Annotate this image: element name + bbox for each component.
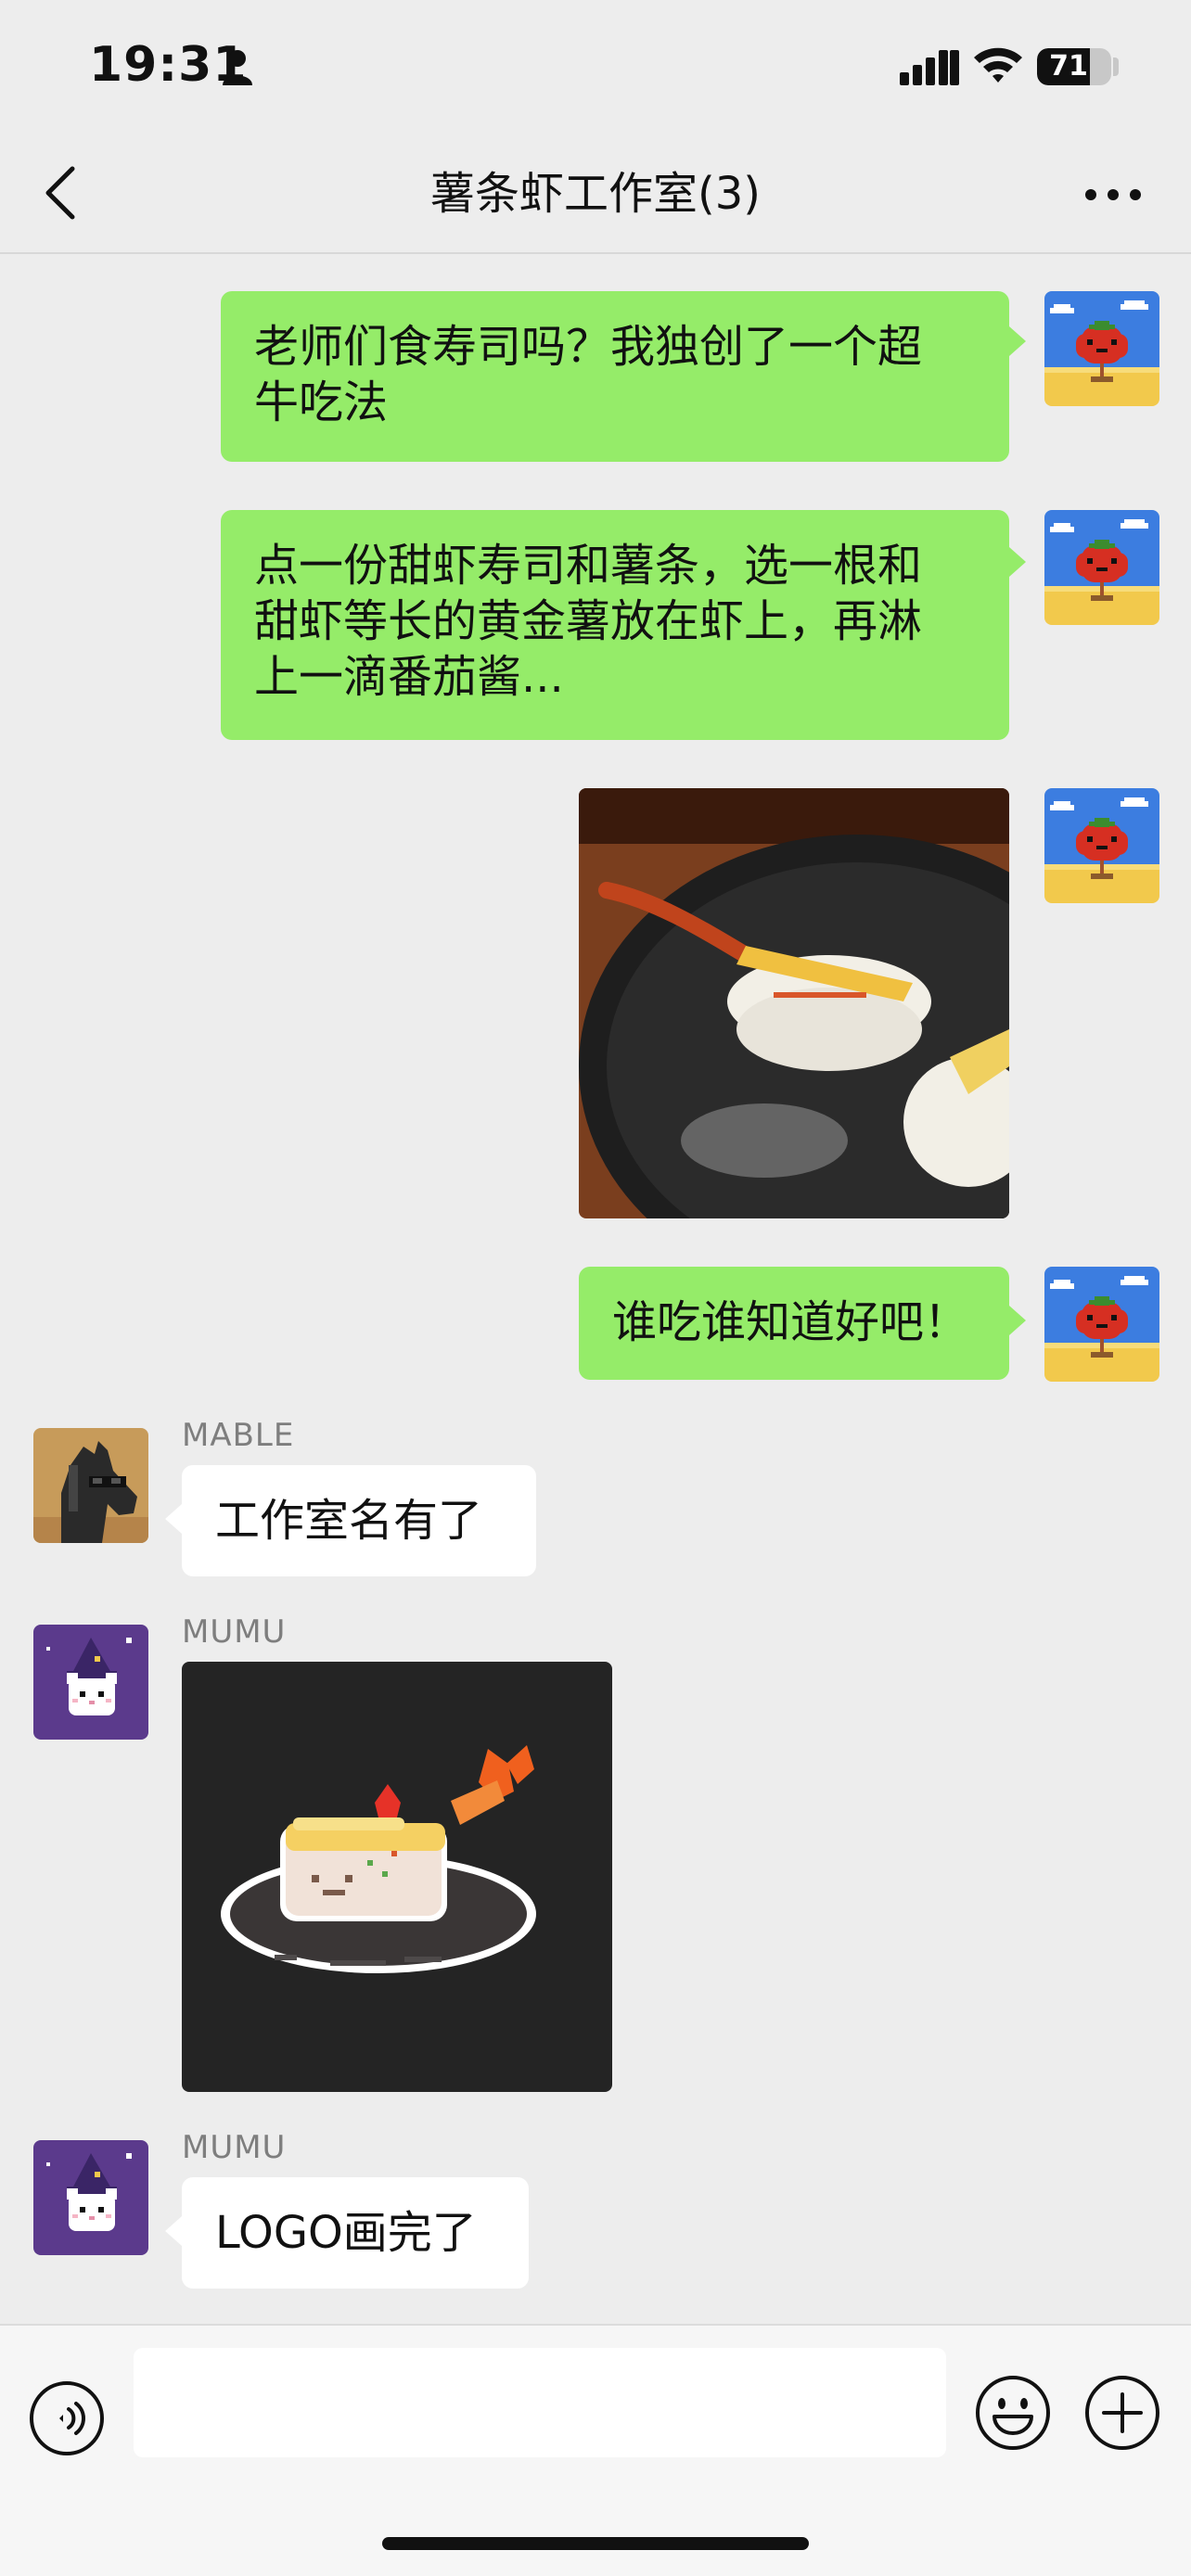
self-avatar[interactable]: [1044, 788, 1159, 903]
pixel-logo-image[interactable]: [182, 1662, 612, 2092]
message-bubble-other[interactable]: LOGO画完了: [182, 2177, 529, 2289]
self-avatar[interactable]: [1044, 291, 1159, 406]
mable-avatar[interactable]: [33, 1428, 148, 1543]
message-bubble-other[interactable]: 工作室名有了: [182, 1465, 536, 1576]
sender-name: MUMU: [182, 1613, 287, 1651]
person-icon: [223, 50, 252, 85]
message-bubble-self[interactable]: 谁吃谁知道好吧！: [579, 1267, 1009, 1380]
battery-cap: [1113, 57, 1119, 76]
bubble-tail: [165, 1504, 182, 1534]
mumu-avatar[interactable]: [33, 2140, 148, 2255]
sender-name: MUMU: [182, 2129, 287, 2166]
wifi-icon: [974, 47, 1022, 83]
message-text: 工作室名有了: [215, 1495, 483, 1547]
bubble-tail: [1009, 1306, 1026, 1335]
message-line: 上一滴番茄酱...: [254, 651, 564, 703]
message-line: 点一份甜虾寿司和薯条，选一根和: [254, 540, 923, 592]
bubble-tail: [1009, 547, 1026, 577]
emoji-icon[interactable]: [974, 2374, 1052, 2452]
message-text: 谁吃谁知道好吧！: [612, 1296, 969, 1348]
message-line: 牛吃法: [254, 376, 389, 428]
sender-name: MABLE: [182, 1417, 295, 1454]
message-input[interactable]: [134, 2348, 946, 2457]
battery-indicator: 71: [1037, 48, 1111, 85]
chat-title: 薯条虾工作室(3): [430, 168, 761, 220]
chat-header: 薯条虾工作室(3): [0, 139, 1191, 254]
bubble-tail: [1009, 326, 1026, 356]
message-bubble-self[interactable]: 老师们食寿司吗？我独创了一个超 牛吃法: [221, 291, 1009, 462]
message-line: 老师们食寿司吗？我独创了一个超: [254, 321, 923, 373]
signal-icon: [900, 50, 959, 85]
home-indicator: [382, 2537, 809, 2550]
more-dots-icon[interactable]: [1083, 176, 1143, 213]
message-text: LOGO画完了: [215, 2207, 477, 2259]
sushi-photo[interactable]: [579, 788, 1009, 1218]
mumu-avatar[interactable]: [33, 1625, 148, 1740]
status-bar: 19:31 71: [0, 0, 1191, 139]
self-avatar[interactable]: [1044, 510, 1159, 625]
self-avatar[interactable]: [1044, 1267, 1159, 1382]
message-bubble-self[interactable]: 点一份甜虾寿司和薯条，选一根和 甜虾等长的黄金薯放在虾上，再淋 上一滴番茄酱..…: [221, 510, 1009, 740]
battery-percent: 71: [1049, 50, 1088, 83]
chevron-left-icon[interactable]: [37, 159, 83, 226]
message-line: 甜虾等长的黄金薯放在虾上，再淋: [254, 595, 923, 647]
voice-icon[interactable]: [28, 2379, 106, 2457]
bubble-tail: [165, 2216, 182, 2246]
plus-icon[interactable]: [1083, 2374, 1161, 2452]
